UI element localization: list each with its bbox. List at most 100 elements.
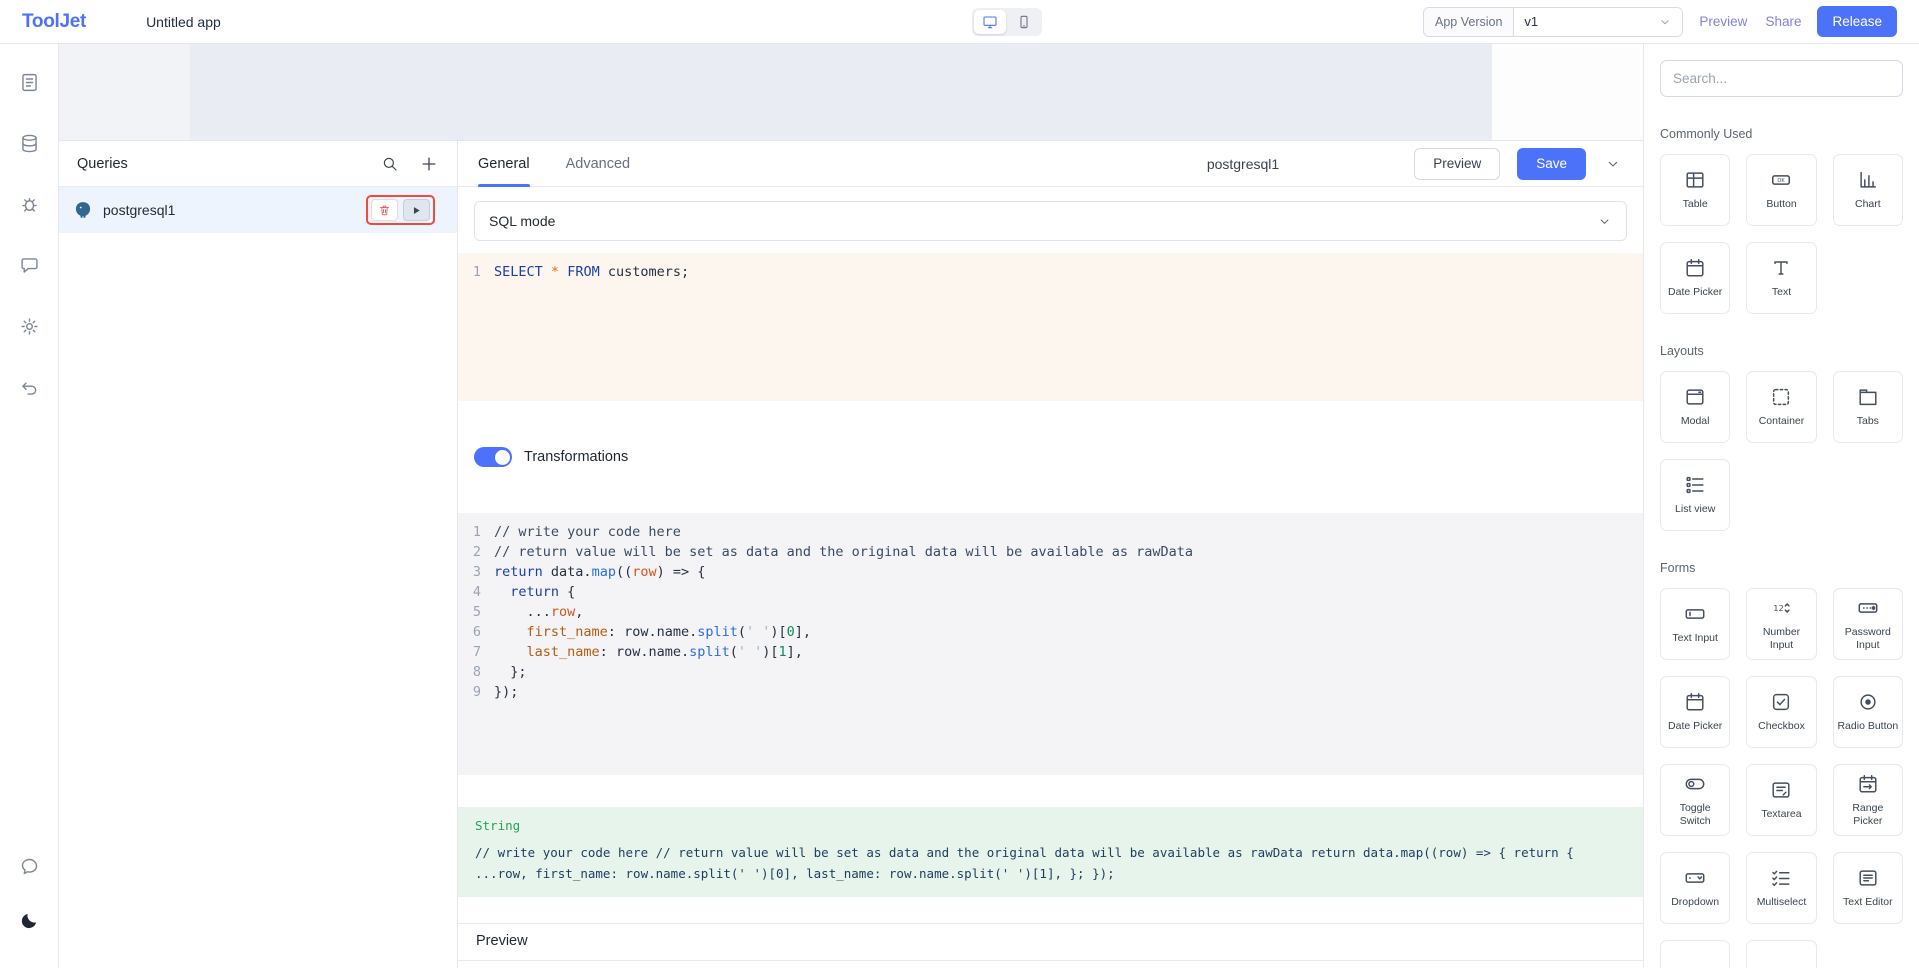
widget-grid: Text Input 12 Number Input Password Input Da… [1660, 588, 1903, 968]
widget-label: Date Picker [1668, 286, 1722, 299]
widget-card-list-view[interactable]: List view [1660, 459, 1730, 531]
preview-app-button[interactable]: Preview [1697, 10, 1749, 33]
widget-grid: TableOKButtonChart Date Picker Text [1660, 154, 1903, 314]
sql-mode-value: SQL mode [489, 213, 555, 229]
desktop-view-button[interactable] [974, 10, 1006, 34]
widget-card-button[interactable]: OKButton [1746, 154, 1816, 226]
calendar-icon [1684, 691, 1706, 713]
device-toggle [972, 8, 1042, 36]
postgres-icon [73, 200, 93, 220]
dropdown-icon [1684, 867, 1706, 889]
widget-card-toggle-switch[interactable]: Toggle Switch [1660, 764, 1730, 836]
play-icon [411, 205, 422, 216]
widget-label: Password Input [1837, 626, 1899, 651]
phone-icon [1016, 14, 1032, 30]
search-icon [381, 155, 399, 173]
table-icon [1684, 169, 1706, 191]
widget-card-modal[interactable]: Modal [1660, 371, 1730, 443]
help-icon[interactable] [0, 846, 58, 886]
widget-card-multiselect[interactable]: Multiselect [1746, 852, 1816, 924]
multiselect-icon [1770, 867, 1792, 889]
widget-card-text[interactable]: Text [1746, 242, 1816, 314]
widget-card-table[interactable]: Table [1660, 154, 1730, 226]
widget-card-text-editor[interactable]: Text Editor [1833, 852, 1903, 924]
widget-card-chart[interactable]: Chart [1833, 154, 1903, 226]
save-query-button[interactable]: Save [1517, 148, 1586, 180]
transformations-toggle[interactable] [474, 447, 512, 467]
transformation-code-editor[interactable]: 1// write your code here2// return value… [458, 513, 1643, 775]
undo-icon[interactable] [0, 357, 58, 418]
number-input-icon: 12 [1770, 597, 1792, 619]
trash-icon [378, 204, 391, 217]
search-queries-button[interactable] [379, 153, 401, 175]
transformation-result-box: String // write your code here // return… [458, 807, 1643, 897]
chevron-down-icon [1605, 156, 1621, 172]
preview-section-header: Preview [458, 924, 1643, 961]
debugger-icon[interactable] [0, 174, 58, 235]
sql-mode-select[interactable]: SQL mode [474, 201, 1627, 241]
share-button[interactable]: Share [1763, 10, 1803, 33]
widget-card-range-picker[interactable]: Range Picker [1833, 764, 1903, 836]
code-line: 2// return value will be set as data and… [458, 542, 1643, 562]
widget-card-date-picker[interactable]: Date Picker [1660, 242, 1730, 314]
widget-card-tabs[interactable]: Tabs [1833, 371, 1903, 443]
widget-card-password-input[interactable]: Password Input [1833, 588, 1903, 660]
comments-icon[interactable] [0, 235, 58, 296]
widget-card-textarea[interactable]: Textarea [1746, 764, 1816, 836]
database-icon[interactable] [0, 113, 58, 174]
query-editor-tabbar: General Advanced postgresql1 Preview Sav… [458, 141, 1643, 187]
preview-query-button[interactable]: Preview [1414, 148, 1500, 180]
app-name[interactable]: Untitled app [146, 14, 221, 30]
app-canvas[interactable] [59, 44, 1643, 140]
queries-panel-header: Queries [59, 141, 457, 187]
password-input-icon [1857, 597, 1879, 619]
transformations-label: Transformations [524, 449, 628, 465]
delete-query-button[interactable] [371, 199, 398, 221]
widget-card-partial[interactable] [1746, 940, 1816, 968]
widget-label: Text Editor [1843, 896, 1893, 909]
widget-card-radio-button[interactable]: Radio Button [1833, 676, 1903, 748]
mobile-view-button[interactable] [1008, 10, 1040, 34]
tab-general[interactable]: General [478, 141, 530, 187]
listview-icon [1684, 474, 1706, 496]
tabs-icon [1857, 386, 1879, 408]
release-button[interactable]: Release [1817, 6, 1897, 37]
code-line: 3return data.map((row) => { [458, 562, 1643, 582]
textarea-icon [1770, 779, 1792, 801]
chevron-down-icon [1597, 214, 1612, 229]
widget-search [1660, 60, 1903, 97]
widget-card-text-input[interactable]: Text Input [1660, 588, 1730, 660]
widget-label: Number Input [1750, 626, 1812, 651]
add-query-button[interactable] [417, 152, 441, 176]
chevron-down-icon [1658, 15, 1672, 29]
transformations-row: Transformations [474, 447, 1627, 467]
modal-icon [1684, 386, 1706, 408]
tooljet-logo[interactable]: ToolJet [22, 11, 86, 33]
text-editor-icon [1857, 867, 1879, 889]
widget-search-input[interactable] [1660, 60, 1903, 97]
widget-label: Text Input [1672, 632, 1718, 645]
dark-mode-icon[interactable] [0, 900, 58, 940]
widget-label: Tabs [1857, 415, 1879, 428]
tab-advanced[interactable]: Advanced [566, 141, 631, 187]
widget-card-dropdown[interactable]: Dropdown [1660, 852, 1730, 924]
widget-card-date-picker[interactable]: Date Picker [1660, 676, 1730, 748]
svg-text:OK: OK [1778, 178, 1786, 184]
run-query-button[interactable] [403, 199, 430, 221]
widget-card-container[interactable]: Container [1746, 371, 1816, 443]
collapse-panel-button[interactable] [1603, 154, 1623, 174]
widget-card-number-input[interactable]: 12 Number Input [1746, 588, 1816, 660]
toggle-icon [1684, 773, 1706, 795]
line-number: 1 [458, 522, 494, 542]
settings-icon[interactable] [0, 296, 58, 357]
widget-card-checkbox[interactable]: Checkbox [1746, 676, 1816, 748]
app-version-select[interactable]: v1 [1514, 8, 1682, 36]
widget-label: Text [1772, 286, 1791, 299]
widget-card-partial[interactable] [1660, 940, 1730, 968]
pages-icon[interactable] [0, 52, 58, 113]
query-item-postgresql1[interactable]: postgresql1 [59, 187, 457, 233]
widget-label: List view [1675, 503, 1715, 516]
query-title[interactable]: postgresql1 [1207, 156, 1279, 172]
sql-code-editor[interactable]: 1SELECT * FROM customers; [458, 253, 1643, 401]
line-number: 3 [458, 562, 494, 582]
